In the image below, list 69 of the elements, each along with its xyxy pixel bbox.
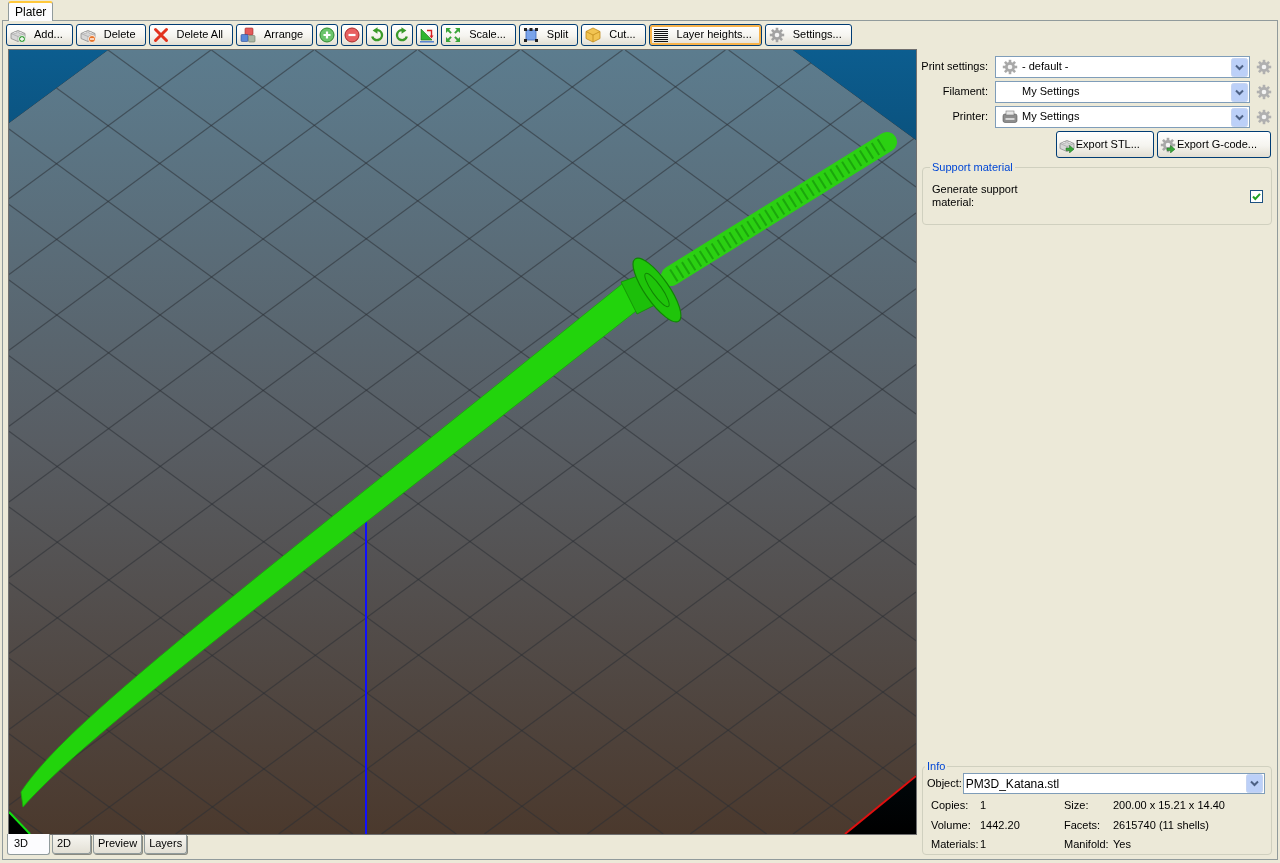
- toolbar-button[interactable]: [316, 24, 339, 46]
- info-value: 1: [980, 799, 988, 813]
- info-label: Copies:: [931, 799, 970, 813]
- field-label: Print settings:: [920, 60, 988, 74]
- minus-icon: [344, 27, 361, 43]
- chevron-down-icon: [1231, 82, 1248, 102]
- view-tab[interactable]: Preview: [93, 835, 143, 854]
- block-plus-icon: [10, 27, 26, 43]
- toolbar-button[interactable]: [341, 24, 364, 46]
- info-value: 1442.20: [980, 818, 1021, 832]
- toolbar-button[interactable]: Layer heights...: [648, 24, 762, 46]
- checkbox[interactable]: [1250, 189, 1263, 203]
- expand-arrows-icon: [445, 27, 462, 43]
- cubes-icon: [240, 27, 257, 43]
- rotate-left-icon: [369, 27, 386, 43]
- printer-icon: [1002, 109, 1018, 125]
- gear-icon: [1002, 59, 1018, 75]
- chevron-down-icon: [1231, 57, 1248, 77]
- field-label: Object:: [927, 777, 962, 791]
- block-minus-icon: [79, 27, 96, 43]
- info-label: Size:: [1064, 799, 1090, 813]
- plus-icon: [319, 27, 336, 43]
- lines-icon: [652, 27, 669, 43]
- x-axis-line: [844, 775, 916, 834]
- view-tab[interactable]: 2D: [52, 835, 91, 854]
- toolbar-button[interactable]: Arrange: [236, 24, 314, 46]
- toolbar-button[interactable]: Add...: [6, 24, 73, 46]
- info-label: Manifold:: [1064, 837, 1110, 851]
- info-label: Volume:: [931, 818, 972, 832]
- preset-dropdown[interactable]: My Settings: [995, 81, 1250, 103]
- rotate-right-icon: [394, 27, 411, 43]
- group-title: Support material: [931, 161, 1014, 175]
- export-button[interactable]: Export STL...: [1055, 131, 1154, 158]
- info-value: 2615740 (11 shells): [1113, 818, 1210, 832]
- toolbar-button[interactable]: Cut...: [581, 24, 646, 46]
- option-label: Generate support material:: [932, 183, 1019, 210]
- export-button[interactable]: Export G-code...: [1156, 131, 1271, 158]
- info-value: Yes: [1113, 837, 1132, 851]
- field-label: Printer:: [951, 110, 988, 124]
- field-label: Filament:: [941, 85, 988, 99]
- selection-square-icon: [522, 27, 539, 43]
- info-value: 200.00 x 15.21 x 14.40: [1113, 799, 1226, 813]
- info-label: Facets:: [1064, 818, 1102, 832]
- gear-arrow-icon: [1159, 136, 1176, 153]
- toolbar-button[interactable]: Split: [518, 24, 579, 46]
- toolbar-button[interactable]: [416, 24, 439, 46]
- toolbar-button[interactable]: Settings...: [764, 24, 852, 46]
- toolbar-button[interactable]: Scale...: [441, 24, 516, 46]
- preset-dropdown[interactable]: My Settings: [995, 106, 1250, 128]
- cross-icon: [152, 27, 169, 43]
- info-value: 1: [980, 837, 988, 851]
- y-axis-line: [9, 811, 31, 834]
- group-title: Info: [926, 760, 947, 774]
- triangle-arrow-icon: [419, 27, 436, 43]
- settings-icon: [768, 27, 785, 43]
- box-icon: [585, 27, 602, 43]
- toolbar-button[interactable]: Delete: [75, 24, 146, 46]
- tab[interactable]: Plater: [8, 1, 54, 21]
- view-tab[interactable]: Layers: [144, 835, 188, 854]
- preset-dropdown[interactable]: - default -: [995, 56, 1250, 78]
- view-tab[interactable]: 3D: [7, 834, 50, 855]
- chevron-down-icon: [1246, 774, 1263, 794]
- chevron-down-icon: [1231, 107, 1248, 127]
- toolbar-button[interactable]: Delete All: [148, 24, 234, 46]
- object-dropdown[interactable]: PM3D_Katana.stl: [962, 773, 1265, 795]
- toolbar-button[interactable]: [391, 24, 414, 46]
- sword-guard: [620, 257, 682, 323]
- toolbar-button[interactable]: [366, 24, 389, 46]
- info-label: Materials:: [931, 837, 980, 851]
